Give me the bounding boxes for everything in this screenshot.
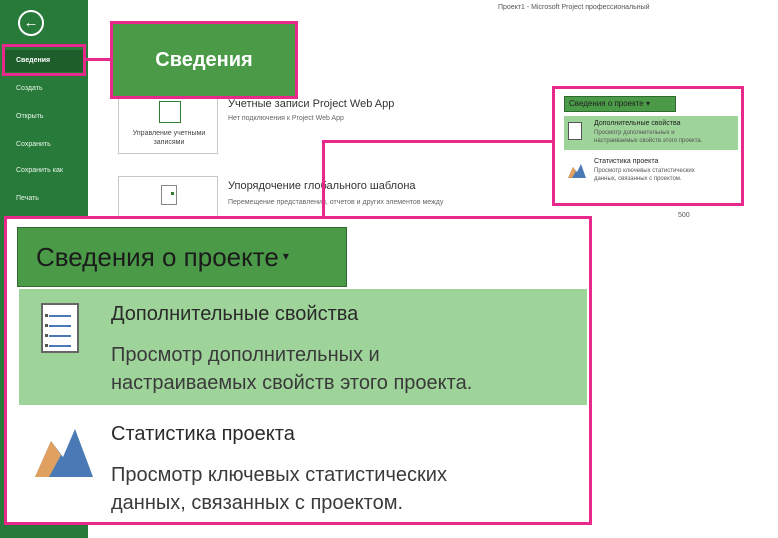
project-statistics-desc-line2: данных, связанных с проектом. bbox=[111, 492, 404, 514]
mini-item-desc-line1: Просмотр дополнительных и bbox=[594, 130, 675, 136]
pwa-accounts-desc: Нет подключения к Project Web App bbox=[228, 115, 344, 122]
mini-project-statistics-item[interactable]: Статистика проекта Просмотр ключевых ста… bbox=[564, 154, 738, 188]
project-statistics-item[interactable]: Статистика проекта Просмотр ключевых ста… bbox=[19, 409, 587, 517]
window-title: Проект1 - Microsoft Project профессионал… bbox=[498, 4, 650, 11]
organizer-desc: Перемещение представлений, отчетов и дру… bbox=[228, 199, 444, 206]
chevron-down-icon: ▾ bbox=[282, 249, 289, 263]
mini-item-desc-line1: Просмотр ключевых статистических bbox=[594, 168, 695, 174]
mini-item-title: Статистика проекта bbox=[594, 158, 659, 165]
sidebar-item-save[interactable]: Сохранить bbox=[16, 141, 51, 148]
manage-accounts-card[interactable]: Управление учетными записями bbox=[118, 92, 218, 154]
connector-line bbox=[322, 140, 325, 218]
project-info-button-label: Сведения о проекте bbox=[36, 242, 279, 272]
advanced-properties-item[interactable]: Дополнительные свойства Просмотр дополни… bbox=[19, 289, 587, 405]
advanced-properties-title: Дополнительные свойства bbox=[111, 303, 359, 325]
mini-item-desc-line2: данных, связанных с проектом. bbox=[594, 176, 682, 182]
pwa-accounts-title: Учетные записи Project Web App bbox=[228, 98, 395, 110]
advanced-properties-desc-line1: Просмотр дополнительных и bbox=[111, 344, 380, 366]
chevron-down-icon: ▾ bbox=[645, 99, 650, 108]
connector-line bbox=[86, 58, 110, 61]
project-info-dropdown-zoom: Сведения о проекте ▾ Дополнительные свойс… bbox=[4, 216, 592, 525]
back-arrow-icon[interactable]: ← bbox=[18, 10, 44, 36]
info-callout: Сведения bbox=[110, 21, 298, 99]
sidebar-item-open[interactable]: Открыть bbox=[16, 113, 44, 120]
accounts-icon bbox=[159, 101, 181, 123]
mini-item-desc: Просмотр дополнительных и настраиваемых … bbox=[594, 129, 702, 145]
project-info-mini-button[interactable]: Сведения о проекте ▾ bbox=[564, 96, 676, 112]
mountain-icon bbox=[568, 164, 586, 178]
list-icon bbox=[568, 122, 582, 140]
mini-item-desc: Просмотр ключевых статистических данных,… bbox=[594, 167, 695, 183]
sidebar-item-print[interactable]: Печать bbox=[16, 195, 39, 202]
connector-line bbox=[322, 140, 554, 143]
mini-item-desc-line2: настраиваемых свойств этого проекта. bbox=[594, 138, 703, 144]
manage-accounts-label: Управление учетными записями bbox=[132, 130, 206, 146]
project-info-preview: Сведения о проекте ▾ Дополнительные свой… bbox=[554, 88, 742, 204]
list-icon bbox=[41, 303, 79, 353]
stat-value: 500 bbox=[678, 212, 690, 219]
project-statistics-desc: Просмотр ключевых статистических данных,… bbox=[111, 461, 447, 517]
project-statistics-title: Статистика проекта bbox=[111, 423, 295, 445]
mountain-icon bbox=[35, 429, 93, 477]
sidebar-item-save-as[interactable]: Сохранить как bbox=[16, 167, 63, 174]
project-info-button[interactable]: Сведения о проекте ▾ bbox=[17, 227, 347, 287]
advanced-properties-desc: Просмотр дополнительных и настраиваемых … bbox=[111, 341, 472, 397]
mini-button-label: Сведения о проекте bbox=[569, 99, 644, 108]
sidebar-item-new[interactable]: Создать bbox=[16, 85, 43, 92]
mini-item-title: Дополнительные свойства bbox=[594, 120, 681, 127]
sidebar-item-info[interactable]: Сведения bbox=[4, 50, 84, 72]
advanced-properties-desc-line2: настраиваемых свойств этого проекта. bbox=[111, 372, 473, 394]
mini-advanced-properties-item[interactable]: Дополнительные свойства Просмотр дополни… bbox=[564, 116, 738, 150]
project-statistics-desc-line1: Просмотр ключевых статистических bbox=[111, 464, 447, 486]
organizer-icon bbox=[161, 185, 177, 205]
